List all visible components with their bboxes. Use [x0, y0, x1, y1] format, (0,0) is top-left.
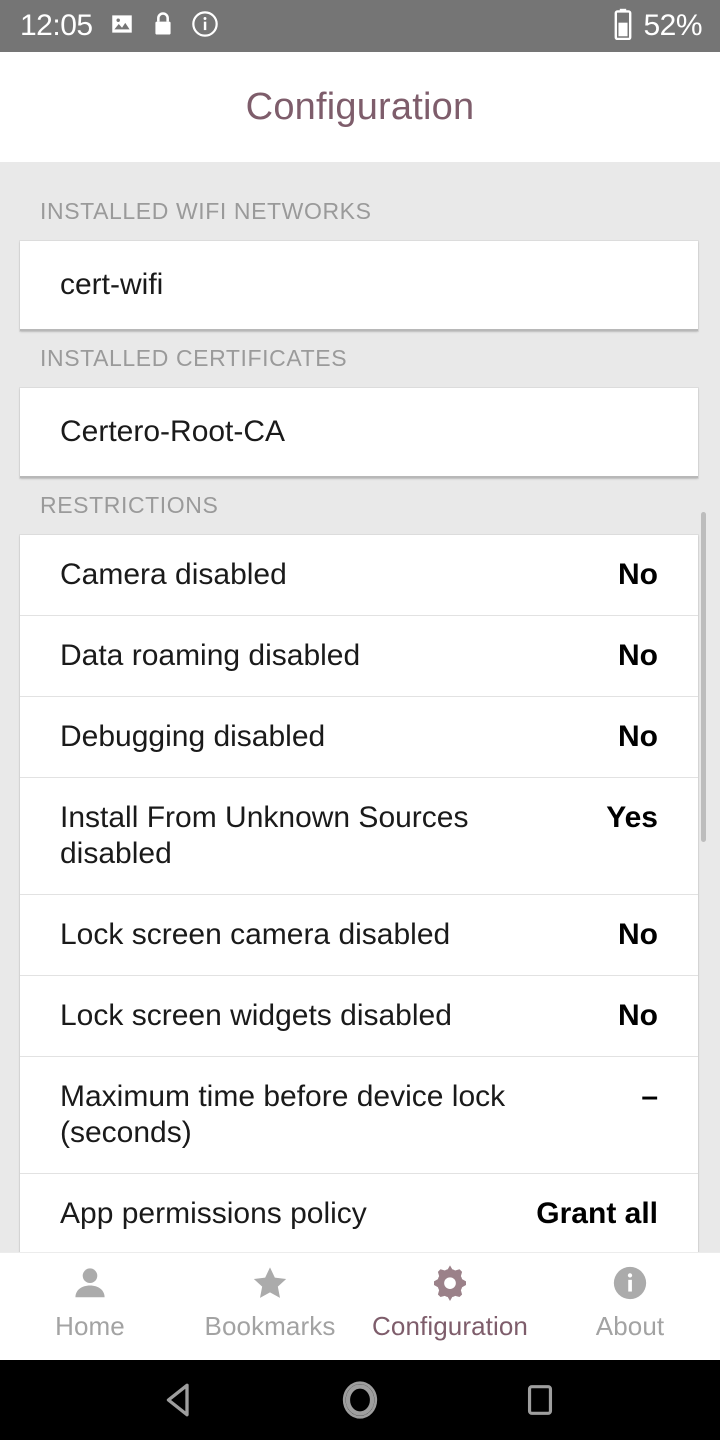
restriction-label: Install From Unknown Sources disabled — [60, 801, 469, 870]
restriction-value: – — [641, 1080, 658, 1113]
app-screen: 12:05 52% Configuration INSTALLED WIFI N… — [0, 0, 720, 1440]
restriction-label: Lock screen widgets disabled — [60, 999, 452, 1032]
restriction-value: No — [618, 639, 658, 672]
info-circle-icon — [611, 1263, 649, 1303]
wifi-networks-card: cert-wifi — [20, 241, 698, 331]
restriction-value: No — [618, 999, 658, 1032]
section-header-wifi: INSTALLED WIFI NETWORKS — [40, 198, 372, 224]
status-bar-right: 52% — [613, 8, 702, 45]
tab-about[interactable]: About — [540, 1263, 720, 1342]
table-row[interactable]: Install From Unknown Sources disabled Ye… — [20, 777, 698, 894]
tab-bookmarks[interactable]: Bookmarks — [180, 1263, 360, 1342]
recents-square-icon[interactable] — [500, 1360, 580, 1440]
status-bar-left: 12:05 — [20, 10, 219, 43]
android-nav-bar — [0, 1360, 720, 1440]
restrictions-card: Camera disabled No Data roaming disabled… — [20, 535, 698, 1252]
status-clock: 12:05 — [20, 9, 93, 42]
home-circle-icon[interactable] — [320, 1360, 400, 1440]
battery-percent: 52% — [643, 9, 702, 42]
gear-icon — [430, 1263, 470, 1303]
list-item[interactable]: Certero-Root-CA — [20, 388, 698, 476]
certificates-card: Certero-Root-CA — [20, 388, 698, 478]
status-bar: 12:05 52% — [0, 0, 720, 52]
settings-scroll-area[interactable]: INSTALLED WIFI NETWORKS cert-wifi INSTAL… — [0, 162, 720, 1252]
star-icon — [250, 1263, 290, 1303]
restriction-value: Yes — [606, 801, 658, 834]
tab-configuration[interactable]: Configuration — [360, 1263, 540, 1342]
tab-label-about: About — [595, 1311, 665, 1341]
info-icon — [191, 10, 219, 43]
page-title: Configuration — [245, 85, 475, 128]
lock-icon — [151, 10, 175, 43]
section-header-restrictions: RESTRICTIONS — [40, 492, 219, 518]
tab-label-configuration: Configuration — [372, 1311, 528, 1341]
table-row[interactable]: Lock screen widgets disabled No — [20, 975, 698, 1056]
list-item[interactable]: cert-wifi — [20, 241, 698, 329]
restriction-label: Maximum time before device lock (seconds… — [60, 1080, 506, 1149]
image-icon — [108, 10, 135, 42]
battery-icon — [613, 8, 633, 45]
restriction-label: Data roaming disabled — [60, 639, 361, 672]
table-row[interactable]: Data roaming disabled No — [20, 615, 698, 696]
bottom-tab-bar: Home Bookmarks Configuration About — [0, 1252, 720, 1360]
restriction-value: No — [618, 720, 658, 753]
restriction-label: Debugging disabled — [60, 720, 326, 753]
person-icon — [71, 1263, 109, 1303]
restriction-label: Camera disabled — [60, 558, 287, 591]
table-row[interactable]: Debugging disabled No — [20, 696, 698, 777]
restriction-value: No — [618, 918, 658, 951]
tab-label-bookmarks: Bookmarks — [204, 1311, 336, 1341]
table-row[interactable]: App permissions policy Grant all — [20, 1173, 698, 1252]
restriction-value: No — [618, 558, 658, 591]
vertical-scrollbar[interactable] — [701, 512, 706, 842]
section-header-certificates: INSTALLED CERTIFICATES — [40, 345, 348, 371]
table-row[interactable]: Maximum time before device lock (seconds… — [20, 1056, 698, 1173]
back-triangle-icon[interactable] — [140, 1360, 220, 1440]
restriction-label: Lock screen camera disabled — [60, 918, 451, 951]
tab-home[interactable]: Home — [0, 1263, 180, 1342]
table-row[interactable]: Lock screen camera disabled No — [20, 894, 698, 975]
table-row[interactable]: Camera disabled No — [20, 535, 698, 615]
tab-label-home: Home — [55, 1311, 125, 1341]
restriction-label: App permissions policy — [60, 1197, 367, 1230]
restriction-value: Grant all — [536, 1197, 658, 1230]
app-header: Configuration — [0, 52, 720, 162]
